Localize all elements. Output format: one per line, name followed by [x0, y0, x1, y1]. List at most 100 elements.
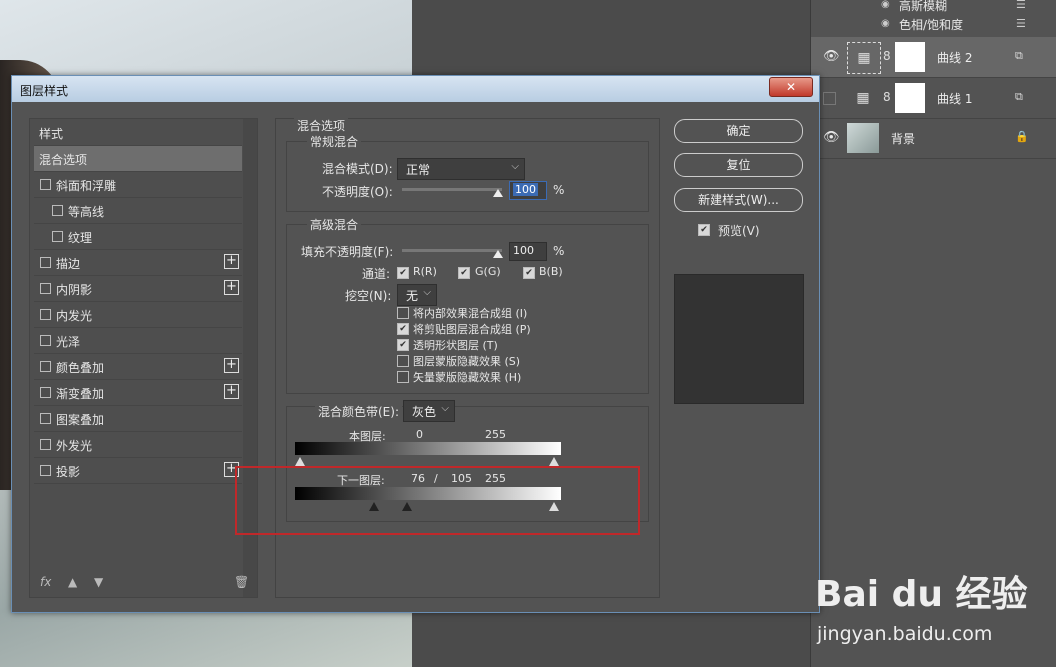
- group-title: 常规混合: [307, 133, 362, 150]
- visibility-checkbox[interactable]: [823, 92, 836, 105]
- style-checkbox[interactable]: [40, 179, 51, 190]
- opacity-input[interactable]: 100: [509, 181, 547, 200]
- advanced-option-label: 透明形状图层 (T): [413, 339, 498, 352]
- channel-r-checkbox[interactable]: ✔: [397, 267, 409, 279]
- style-item[interactable]: 外发光: [34, 432, 242, 458]
- style-item[interactable]: 渐变叠加 +: [34, 380, 242, 406]
- style-item-label: 投影: [56, 465, 81, 479]
- add-effect-icon[interactable]: +: [224, 254, 239, 269]
- advanced-option-checkbox[interactable]: [397, 307, 409, 319]
- preview-checkbox[interactable]: ✔: [698, 224, 710, 236]
- new-style-button[interactable]: 新建样式(W)...: [674, 188, 803, 212]
- ok-button[interactable]: 确定: [674, 119, 803, 143]
- eye-icon[interactable]: ◉: [881, 18, 893, 29]
- opacity-slider[interactable]: [402, 188, 502, 191]
- add-effect-icon[interactable]: +: [224, 280, 239, 295]
- add-effect-icon[interactable]: +: [224, 358, 239, 373]
- style-item[interactable]: 投影 +: [34, 458, 242, 484]
- style-item[interactable]: 纹理: [34, 224, 242, 250]
- this-layer-high-value: 255: [485, 428, 506, 441]
- opacity-slider-knob[interactable]: [493, 189, 503, 197]
- style-item[interactable]: 内阴影 +: [34, 276, 242, 302]
- style-item-label: 图案叠加: [56, 413, 105, 427]
- curves-adjustment-icon: ▦: [847, 42, 881, 74]
- blend-mode-select[interactable]: 正常 ⌵: [397, 158, 525, 180]
- this-layer-black-slider[interactable]: [295, 457, 305, 466]
- baidu-logo: Bai du 经验: [815, 574, 1028, 615]
- style-checkbox[interactable]: [52, 231, 63, 242]
- eye-icon[interactable]: ◉: [881, 0, 893, 10]
- style-item[interactable]: 等高线: [34, 198, 242, 224]
- effect-row-gaussian-blur[interactable]: ◉ 高斯模糊 ☰: [811, 0, 1056, 15]
- move-up-icon[interactable]: ▲: [68, 575, 77, 589]
- style-item-label: 纹理: [68, 231, 93, 245]
- style-list: 样式 混合选项 斜面和浮雕 等高线 纹理 描边 + 内阴影 + 内发光 光泽 颜色叠加 + 渐变叠加 + 图…: [29, 118, 258, 598]
- fill-opacity-input[interactable]: 100: [509, 242, 547, 261]
- style-item[interactable]: 光泽: [34, 328, 242, 354]
- knockout-select[interactable]: 无 ⌵: [397, 284, 437, 306]
- channel-g-label: G(G): [475, 265, 501, 278]
- fill-opacity-slider[interactable]: [402, 249, 502, 252]
- highlight-annotation: [235, 466, 640, 535]
- add-effect-icon[interactable]: +: [224, 384, 239, 399]
- style-checkbox[interactable]: [40, 283, 51, 294]
- style-checkbox[interactable]: [40, 309, 51, 320]
- group-title: 高级混合: [307, 216, 362, 233]
- advanced-option-label: 矢量蒙版隐藏效果 (H): [413, 371, 522, 384]
- eye-icon[interactable]: 👁: [823, 49, 840, 64]
- style-checkbox[interactable]: [40, 361, 51, 372]
- layer-name: 曲线 2: [937, 51, 973, 65]
- fx-icon[interactable]: fx: [40, 575, 51, 589]
- layer-row-curves-2[interactable]: 👁 ▦ 8 曲线 2 ⧉: [811, 37, 1056, 78]
- chevron-down-icon: ⌵: [423, 287, 431, 298]
- style-checkbox[interactable]: [40, 465, 51, 476]
- advanced-option-checkbox[interactable]: [397, 355, 409, 367]
- fill-opacity-slider-knob[interactable]: [493, 250, 503, 258]
- filter-options-icon[interactable]: ☰: [1016, 0, 1030, 11]
- layer-mask-thumbnail[interactable]: [895, 83, 925, 113]
- fill-opacity-label: 填充不透明度(F):: [301, 245, 394, 259]
- eye-icon[interactable]: 👁: [823, 130, 840, 145]
- style-item[interactable]: 图案叠加: [34, 406, 242, 432]
- filter-options-icon[interactable]: ☰: [1016, 17, 1030, 30]
- channels-label: 通道:: [362, 267, 391, 281]
- move-down-icon[interactable]: ▼: [94, 575, 103, 589]
- this-layer-white-slider[interactable]: [549, 457, 559, 466]
- channel-b-checkbox[interactable]: ✔: [523, 267, 535, 279]
- advanced-option-label: 图层蒙版隐藏效果 (S): [413, 355, 521, 368]
- style-item[interactable]: 描边 +: [34, 250, 242, 276]
- advanced-option-checkbox[interactable]: [397, 371, 409, 383]
- style-item[interactable]: 颜色叠加 +: [34, 354, 242, 380]
- layer-row-curves-1[interactable]: ▦ 8 曲线 1 ⧉: [811, 78, 1056, 119]
- preview-swatch: [674, 274, 804, 404]
- channel-g-checkbox[interactable]: ✔: [458, 267, 470, 279]
- dialog-titlebar[interactable]: 图层样式 ✕: [12, 76, 819, 102]
- style-item[interactable]: 混合选项: [34, 146, 242, 172]
- knockout-label: 挖空(N):: [345, 289, 392, 303]
- style-checkbox[interactable]: [40, 413, 51, 424]
- reset-button[interactable]: 复位: [674, 153, 803, 177]
- style-checkbox[interactable]: [52, 205, 63, 216]
- style-checkbox[interactable]: [40, 257, 51, 268]
- advanced-option-checkbox[interactable]: ✔: [397, 339, 409, 351]
- layer-mask-thumbnail[interactable]: [895, 42, 925, 72]
- style-checkbox[interactable]: [40, 335, 51, 346]
- trash-icon[interactable]: 🗑: [234, 575, 249, 589]
- layer-row-background[interactable]: 👁 背景 🔒: [811, 118, 1056, 159]
- opacity-label: 不透明度(O):: [322, 185, 393, 199]
- blend-if-select[interactable]: 灰色 ⌵: [403, 400, 455, 422]
- this-layer-low-value: 0: [416, 428, 423, 441]
- style-item-label: 颜色叠加: [56, 361, 105, 375]
- close-button[interactable]: ✕: [769, 77, 813, 97]
- advanced-option-checkbox[interactable]: ✔: [397, 323, 409, 335]
- link-icon: 8: [883, 49, 891, 63]
- style-item-label: 内阴影: [56, 283, 93, 297]
- style-item[interactable]: 内发光: [34, 302, 242, 328]
- style-checkbox[interactable]: [40, 387, 51, 398]
- general-blending-group: 常规混合 混合模式(D): 正常 ⌵ 不透明度(O): 100 %: [286, 133, 649, 212]
- percent-label: %: [553, 244, 565, 258]
- style-item[interactable]: 斜面和浮雕: [34, 172, 242, 198]
- style-checkbox[interactable]: [40, 439, 51, 450]
- effect-row-hue-saturation[interactable]: ◉ 色相/饱和度 ☰: [811, 15, 1056, 34]
- chevron-down-icon: ⌵: [441, 403, 449, 414]
